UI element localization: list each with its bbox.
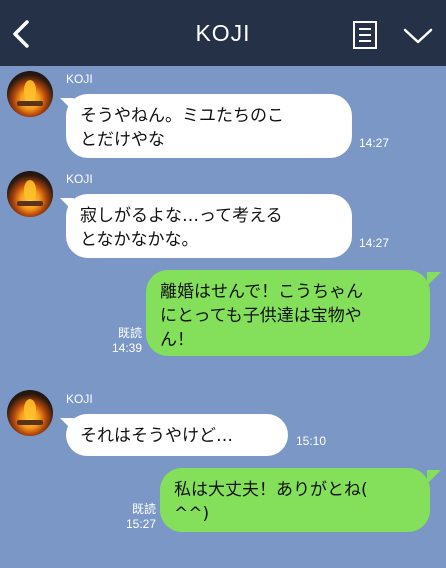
notes-icon — [353, 21, 377, 49]
message-line: にとっても子供達は宝物や — [160, 306, 362, 326]
message-line: 私は大丈夫！ありがとね( — [174, 480, 368, 500]
avatar[interactable] — [7, 171, 53, 217]
message-bubble[interactable]: そうやねん。ミユたちのこ とだけやな — [66, 94, 352, 158]
message-line: ^^) — [174, 504, 210, 524]
read-receipt: 既読 — [117, 326, 142, 340]
message-line: それはそうやけど… — [80, 426, 233, 446]
message-line: そうやねん。ミユたちのこ — [80, 106, 284, 126]
sender-name: KOJI — [66, 392, 93, 406]
avatar[interactable] — [7, 71, 53, 117]
menu-button[interactable] — [402, 26, 434, 46]
read-receipt: 既読 — [131, 502, 156, 516]
message-time: 14:27 — [359, 236, 390, 250]
chat-header: KOJI — [0, 0, 446, 66]
message-line: となかなかな。 — [80, 230, 199, 250]
chevron-down-icon — [403, 28, 433, 44]
message-bubble[interactable]: それはそうやけど… — [66, 414, 288, 456]
sender-name: KOJI — [66, 172, 93, 186]
message-time: 15:10 — [296, 434, 327, 448]
message-bubble[interactable]: 寂しがるよな…って考える となかなかな。 — [66, 194, 352, 258]
message-bubble[interactable]: 離婚はせんで！こうちゃん にとっても子供達は宝物や ん！ — [146, 270, 430, 356]
sender-name: KOJI — [66, 72, 93, 86]
message-line: 離婚はせんで！こうちゃん — [160, 282, 364, 302]
chat-title: KOJI — [195, 20, 251, 46]
message-time: 14:39 — [111, 341, 142, 355]
message-line: 寂しがるよな…って考える — [80, 206, 283, 226]
avatar[interactable] — [7, 390, 53, 436]
message-line: ん！ — [160, 330, 194, 350]
message-list[interactable]: KOJI そうやねん。ミユたちのこ とだけやな 14:27 KOJI 寂しがるよ… — [0, 66, 446, 568]
message-bubble[interactable]: 私は大丈夫！ありがとね( ^^) — [160, 468, 430, 532]
notes-button[interactable] — [352, 20, 378, 50]
message-line: とだけやな — [80, 130, 165, 150]
message-time: 14:27 — [359, 136, 390, 150]
message-time: 15:27 — [125, 517, 156, 531]
